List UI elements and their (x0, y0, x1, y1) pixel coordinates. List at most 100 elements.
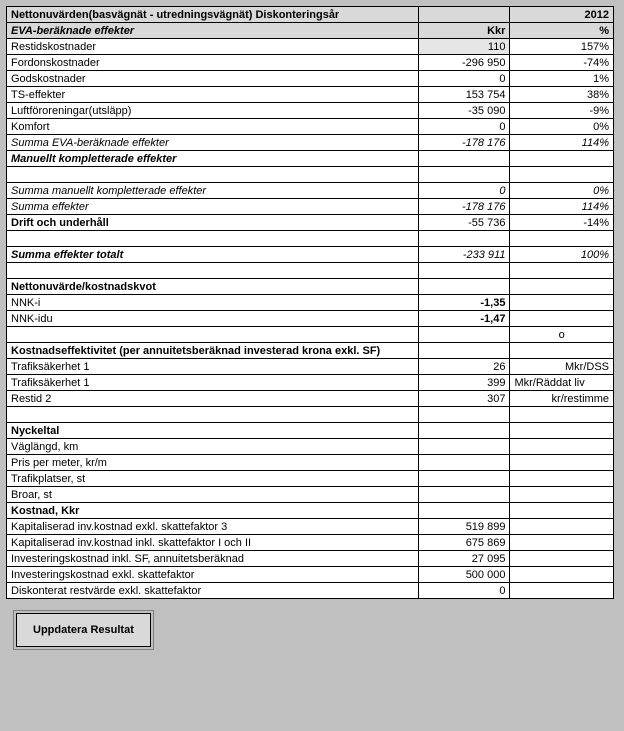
row-pct: -9% (510, 103, 614, 119)
row-kkr: 110 (419, 39, 510, 55)
table-row: Investeringskostnad exkl. skattefaktor 5… (7, 567, 614, 583)
row-unit: Mkr/Räddat liv (510, 375, 614, 391)
table-row: TS-effekter 153 754 38% (7, 87, 614, 103)
row-val: 27 095 (419, 551, 510, 567)
empty-row (7, 407, 614, 423)
header-year: 2012 (510, 7, 614, 23)
row-val: -1,35 (419, 295, 510, 311)
row-label: Restidskostnader (7, 39, 419, 55)
row-kkr: 153 754 (419, 87, 510, 103)
row-label: Drift och underhåll (7, 215, 419, 231)
row-kkr: -296 950 (419, 55, 510, 71)
row-label: Trafiksäkerhet 1 (7, 359, 419, 375)
table-row: Komfort 0 0% (7, 119, 614, 135)
table-row: Broar, st (7, 487, 614, 503)
row-pct: 0% (510, 183, 614, 199)
npv-header: Nettonuvärde/kostnadskvot (7, 279, 419, 295)
row-kkr: 0 (419, 119, 510, 135)
row-label: Kapitaliserad inv.kostnad exkl. skattefa… (7, 519, 419, 535)
empty-row (7, 167, 614, 183)
row-label: TS-effekter (7, 87, 419, 103)
row-label: Restid 2 (7, 391, 419, 407)
row-unit: kr/restimme (510, 391, 614, 407)
row-label: Pris per meter, kr/m (7, 455, 419, 471)
row-kkr: -178 176 (419, 199, 510, 215)
table-row: Restid 2 307 kr/restimme (7, 391, 614, 407)
row-pct: 38% (510, 87, 614, 103)
row-label: NNK-i (7, 295, 419, 311)
eva-sum-row: Summa EVA-beräknade effekter -178 176 11… (7, 135, 614, 151)
table-row: Trafiksäkerhet 1 399 Mkr/Räddat liv (7, 375, 614, 391)
row-val: 675 869 (419, 535, 510, 551)
row-label: Summa manuellt kompletterade effekter (7, 183, 419, 199)
row-label: Diskonterat restvärde exkl. skattefaktor (7, 583, 419, 599)
row-label: Trafikplatser, st (7, 471, 419, 487)
row-pct: 0% (510, 119, 614, 135)
key-header: Nyckeltal (7, 423, 419, 439)
row-label: Investeringskostnad inkl. SF, annuitetsb… (7, 551, 419, 567)
key-header-row: Nyckeltal (7, 423, 614, 439)
cost-header-row: Kostnad, Kkr (7, 503, 614, 519)
row-label: Godskostnader (7, 71, 419, 87)
row-label: Summa EVA-beräknade effekter (7, 135, 419, 151)
table-row: Kapitaliserad inv.kostnad inkl. skattefa… (7, 535, 614, 551)
row-label: Investeringskostnad exkl. skattefaktor (7, 567, 419, 583)
row-val: 519 899 (419, 519, 510, 535)
row-kkr: -55 736 (419, 215, 510, 231)
manual-header-row: Manuellt kompletterade effekter (7, 151, 614, 167)
row-val: 500 000 (419, 567, 510, 583)
manual-sum-row: Summa manuellt kompletterade effekter 0 … (7, 183, 614, 199)
table-row: NNK-i -1,35 (7, 295, 614, 311)
data-table: Nettonuvärden(basvägnät - utredningsvägn… (6, 6, 614, 599)
table-row: Trafiksäkerhet 1 26 Mkr/DSS (7, 359, 614, 375)
row-pct: 100% (510, 247, 614, 263)
row-label: Fordonskostnader (7, 55, 419, 71)
table-row: Kapitaliserad inv.kostnad exkl. skattefa… (7, 519, 614, 535)
drift-row: Drift och underhåll -55 736 -14% (7, 215, 614, 231)
effects-sum-row: Summa effekter -178 176 114% (7, 199, 614, 215)
table-row: Fordonskostnader -296 950 -74% (7, 55, 614, 71)
row-label: Väglängd, km (7, 439, 419, 455)
row-val: 26 (419, 359, 510, 375)
table-row: Godskostnader 0 1% (7, 71, 614, 87)
total-row: Summa effekter totalt -233 911 100% (7, 247, 614, 263)
row-val: 399 (419, 375, 510, 391)
table-row: Diskonterat restvärde exkl. skattefaktor… (7, 583, 614, 599)
row-val: 307 (419, 391, 510, 407)
row-kkr: -178 176 (419, 135, 510, 151)
row-kkr: 0 (419, 71, 510, 87)
row-label: Kapitaliserad inv.kostnad inkl. skattefa… (7, 535, 419, 551)
row-unit: Mkr/DSS (510, 359, 614, 375)
cost-header: Kostnad, Kkr (7, 503, 419, 519)
row-pct: -14% (510, 215, 614, 231)
row-label: Broar, st (7, 487, 419, 503)
row-pct: 114% (510, 135, 614, 151)
col-pct-header: % (510, 23, 614, 39)
row-label: Summa effekter (7, 199, 419, 215)
col-kkr-header: Kkr (419, 23, 510, 39)
table-row: Restidskostnader 110 157% (7, 39, 614, 55)
row-label: Summa effekter totalt (7, 247, 419, 263)
cost-eff-header: Kostnadseffektivitet (per annuitetsberäk… (7, 343, 419, 359)
manual-section-header: Manuellt kompletterade effekter (7, 151, 419, 167)
table-row: Luftföroreningar(utsläpp) -35 090 -9% (7, 103, 614, 119)
table-row: NNK-idu -1,47 (7, 311, 614, 327)
row-label: Trafiksäkerhet 1 (7, 375, 419, 391)
npv-extra: o (510, 327, 614, 343)
eva-section-header: EVA-beräknade effekter (7, 23, 419, 39)
row-kkr: 0 (419, 183, 510, 199)
update-result-button[interactable]: Uppdatera Resultat (16, 613, 151, 647)
row-label: NNK-idu (7, 311, 419, 327)
row-val: -1,47 (419, 311, 510, 327)
npv-header-row: Nettonuvärde/kostnadskvot (7, 279, 614, 295)
row-pct: 1% (510, 71, 614, 87)
header-blank (419, 7, 510, 23)
row-pct: -74% (510, 55, 614, 71)
cost-eff-header-row: Kostnadseffektivitet (per annuitetsberäk… (7, 343, 614, 359)
empty-row (7, 231, 614, 247)
table-row: Investeringskostnad inkl. SF, annuitetsb… (7, 551, 614, 567)
row-label: Komfort (7, 119, 419, 135)
header-title: Nettonuvärden(basvägnät - utredningsvägn… (7, 7, 419, 23)
row-label: Luftföroreningar(utsläpp) (7, 103, 419, 119)
row-kkr: -35 090 (419, 103, 510, 119)
